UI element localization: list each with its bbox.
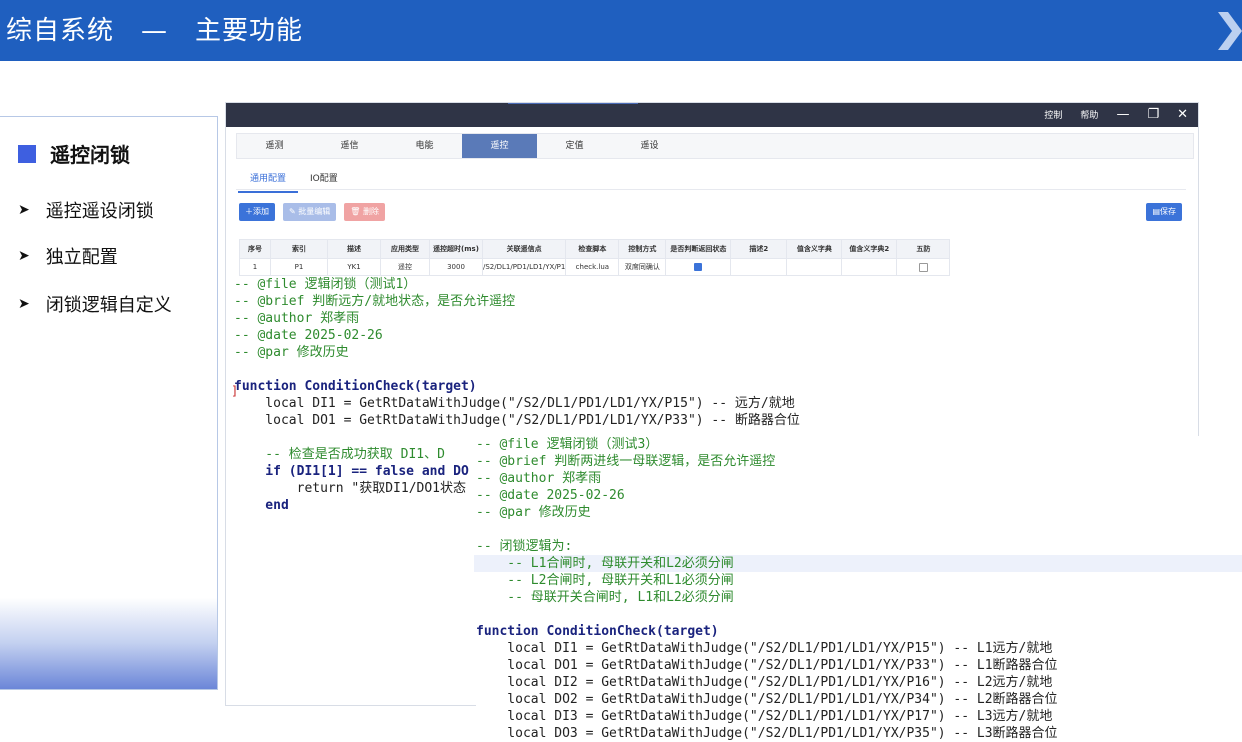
cell-dict2 — [841, 258, 898, 276]
column-header: 值含义字典 — [786, 239, 843, 259]
help-menu[interactable]: 帮助 — [1080, 108, 1098, 121]
code-line: local DO1 = GetRtDataWithJudge("/S2/DL1/… — [234, 413, 800, 428]
tab-energy[interactable]: 电能 — [387, 134, 462, 158]
cell-no: 1 — [239, 258, 271, 276]
code-line: local DI1 = GetRtDataWithJudge("/S2/DL1/… — [234, 396, 795, 411]
code-line: -- @file 逻辑闭锁（测试3） — [476, 437, 659, 452]
code-line: -- @date 2025-02-26 — [476, 488, 625, 503]
column-header: 序号 — [239, 239, 271, 259]
column-header: 遥控超时(ms) — [429, 239, 483, 259]
cell-check-return — [665, 258, 732, 276]
arrow-bullet-icon: ➤ — [18, 248, 30, 264]
column-header: 检查脚本 — [565, 239, 620, 259]
cell-dict — [786, 258, 843, 276]
square-bullet-icon — [18, 144, 36, 163]
code-line-highlighted: -- L1合闸时, 母联开关和L2必须分闸 — [474, 555, 1242, 572]
cell-script: check.lua — [565, 258, 620, 276]
cell-point: /S2/DL1/PD1/LD1/YX/P1 — [481, 258, 567, 276]
header-bar: 综自系统 — 主要功能 — [0, 0, 1242, 61]
code-line: local DO2 = GetRtDataWithJudge("/S2/DL1/… — [476, 692, 1058, 707]
left-nav-active[interactable]: 遥控闭锁 — [18, 139, 130, 168]
left-nav-item-label: 独立配置 — [45, 247, 118, 268]
restore-icon[interactable]: ❐ — [1147, 107, 1159, 122]
tab-telesignal[interactable]: 遥信 — [312, 134, 387, 158]
code-line: -- @date 2025-02-26 — [234, 328, 383, 343]
code-line: -- @file 逻辑闭锁（测试1） — [234, 277, 417, 292]
config-table: 序号 索引 描述 应用类型 遥控超时(ms) 关联遥信点 检查脚本 控制方式 是… — [239, 239, 951, 276]
left-nav-active-label: 遥控闭锁 — [50, 143, 130, 167]
code-line: local DI2 = GetRtDataWithJudge("/S2/DL1/… — [476, 675, 1053, 690]
column-header: 值含义字典2 — [841, 239, 898, 259]
column-header: 是否判断返回状态 — [665, 239, 732, 259]
column-header: 五防 — [896, 239, 951, 259]
app-titlebar: 控制 帮助 — ❐ ✕ — [226, 103, 1198, 127]
tab-remote-setting[interactable]: 遥设 — [612, 134, 687, 158]
tab-setting-value[interactable]: 定值 — [537, 134, 612, 158]
code-line: local DI1 = GetRtDataWithJudge("/S2/DL1/… — [476, 641, 1053, 656]
chevron-right-icon — [1218, 12, 1242, 50]
cell-timeout: 3000 — [429, 258, 483, 276]
left-nav-item[interactable]: ➤ 闭锁逻辑自定义 — [18, 291, 172, 317]
code-line: local DI3 = GetRtDataWithJudge("/S2/DL1/… — [476, 709, 1053, 724]
cell-desc2 — [730, 258, 788, 276]
code-line: -- @brief 判断远方/就地状态，是否允许遥控 — [234, 294, 516, 309]
checkbox-unchecked[interactable] — [918, 262, 928, 272]
column-header: 关联遥信点 — [481, 239, 567, 259]
cell-index: P1 — [270, 258, 328, 276]
cell-mode: 双席同确认 — [618, 258, 667, 276]
code-line: -- L2合闸时, 母联开关和L1必须分闸 — [476, 573, 734, 588]
cell-wufang — [896, 258, 951, 276]
control-menu[interactable]: 控制 — [1044, 108, 1062, 121]
code-line: return "获取DI1/DO1状态 — [234, 481, 467, 496]
code-line: -- @author 郑孝雨 — [476, 471, 602, 486]
code-line: -- 闭锁逻辑为: — [476, 539, 573, 554]
tab-telemetry[interactable]: 遥测 — [237, 134, 312, 158]
close-icon[interactable]: ✕ — [1177, 107, 1188, 122]
code-line: local DO1 = GetRtDataWithJudge("/S2/DL1/… — [476, 658, 1058, 673]
code-line: function ConditionCheck(target) — [476, 624, 719, 639]
code-line: -- @par 修改历史 — [476, 505, 591, 520]
left-nav-item[interactable]: ➤ 独立配置 — [18, 243, 118, 269]
left-nav: 遥控闭锁 ➤ 遥控遥设闭锁 ➤ 独立配置 ➤ 闭锁逻辑自定义 — [0, 116, 218, 690]
code-line: -- @author 郑孝雨 — [234, 311, 360, 326]
divider — [236, 189, 1186, 190]
code-line: -- 母联开关合闸时, L1和L2必须分闸 — [476, 590, 734, 605]
column-header: 索引 — [270, 239, 328, 259]
batch-edit-button[interactable]: ✎ 批量编辑 — [283, 203, 337, 221]
table-header-row: 序号 索引 描述 应用类型 遥控超时(ms) 关联遥信点 检查脚本 控制方式 是… — [239, 239, 951, 259]
arrow-bullet-icon: ➤ — [18, 296, 30, 312]
main-tabs: 遥测 遥信 电能 遥控 定值 遥设 — [236, 133, 1194, 159]
toolbar: ＋添加 ✎ 批量编辑 🗑 删除 — [239, 203, 393, 221]
delete-button[interactable]: 🗑 删除 — [344, 203, 385, 221]
arrow-bullet-icon: ➤ — [18, 202, 30, 218]
code-line: -- 检查是否成功获取 DI1、D — [234, 447, 445, 462]
code-line: end — [234, 498, 289, 513]
checkbox-checked[interactable] — [694, 263, 703, 271]
column-header: 描述 — [327, 239, 381, 259]
left-nav-item-label: 遥控遥设闭锁 — [45, 201, 154, 222]
cell-app-type: 遥控 — [380, 258, 430, 276]
left-nav-item-label: 闭锁逻辑自定义 — [45, 295, 172, 316]
table-row[interactable]: 1 P1 YK1 遥控 3000 /S2/DL1/PD1/LD1/YX/P1 c… — [239, 258, 951, 276]
titlebar-accent — [508, 103, 638, 104]
minimize-icon[interactable]: — — [1116, 107, 1129, 122]
page-title: 综自系统 — 主要功能 — [6, 16, 304, 46]
code-line: -- @par 修改历史 — [234, 345, 349, 360]
code-line: -- @brief 判断两进线一母联逻辑，是否允许遥控 — [476, 454, 776, 469]
add-button[interactable]: ＋添加 — [239, 203, 275, 221]
code-line: function ConditionCheck(target) — [234, 379, 477, 394]
column-header: 应用类型 — [380, 239, 430, 259]
column-header: 描述2 — [730, 239, 788, 259]
column-header: 控制方式 — [618, 239, 667, 259]
code-block-2: -- @file 逻辑闭锁（测试3） -- @brief 判断两进线一母联逻辑，… — [474, 436, 1242, 741]
save-button[interactable]: ▤保存 — [1146, 203, 1182, 221]
cell-desc: YK1 — [327, 258, 381, 276]
tab-remote-control[interactable]: 遥控 — [462, 134, 537, 158]
left-nav-item[interactable]: ➤ 遥控遥设闭锁 — [18, 197, 154, 223]
code-line: if (DI1[1] == false and DO — [234, 464, 469, 479]
